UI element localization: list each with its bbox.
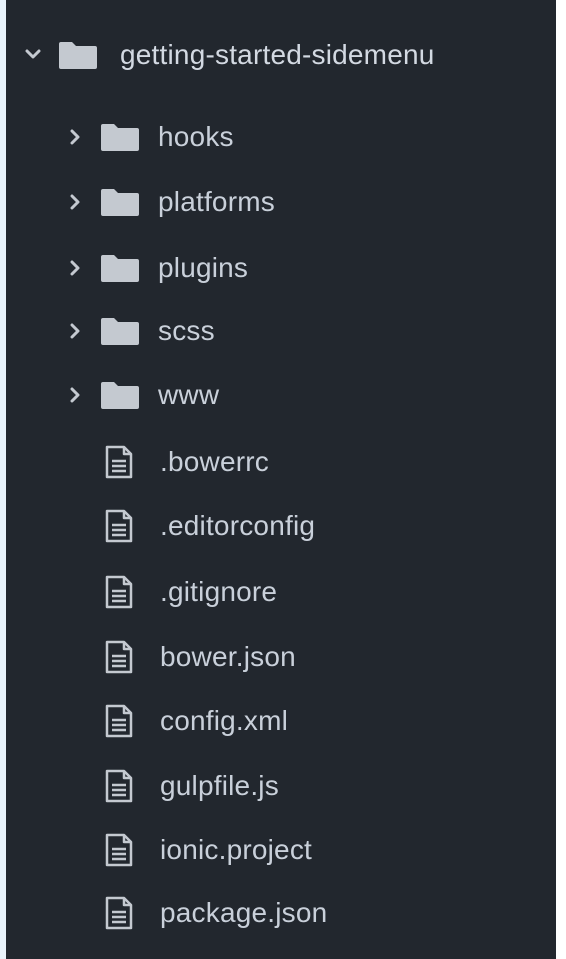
folder-icon [58,40,98,70]
tree-folder-hooks[interactable]: hooks [6,111,556,163]
file-icon [104,640,134,674]
tree-file-config-xml[interactable]: config.xml [6,695,556,747]
file-icon [104,833,134,867]
chevron-down-icon[interactable] [22,44,44,66]
chevron-right-icon[interactable] [64,191,86,213]
tree-file-label: package.json [160,897,328,928]
tree-folder-label: plugins [158,252,249,283]
tree-file-package-json[interactable]: package.json [6,887,556,939]
folder-icon [100,187,140,217]
folder-icon [100,316,140,346]
file-icon [104,509,134,543]
tree-folder-www[interactable]: www [6,369,556,421]
folder-icon [100,380,140,410]
tree-file-ionic-project[interactable]: ionic.project [6,824,556,876]
tree-file-label: bower.json [160,641,296,672]
file-icon [104,769,134,803]
tree-file-label: config.xml [160,705,289,736]
file-icon [104,704,134,738]
file-icon [104,575,134,609]
chevron-right-icon[interactable] [64,384,86,406]
tree-file-bowerrc[interactable]: .bowerrc [6,436,556,488]
tree-folder-label: www [158,379,220,410]
folder-icon [100,253,140,283]
tree-file-gitignore[interactable]: .gitignore [6,566,556,618]
tree-file-bower-json[interactable]: bower.json [6,631,556,683]
tree-file-label: gulpfile.js [160,770,279,801]
tree-folder-platforms[interactable]: platforms [6,176,556,228]
tree-file-label: .bowerrc [160,446,269,477]
chevron-right-icon[interactable] [64,257,86,279]
tree-folder-scss[interactable]: scss [6,305,556,357]
tree-folder-plugins[interactable]: plugins [6,242,556,294]
chevron-right-icon[interactable] [64,320,86,342]
tree-file-editorconfig[interactable]: .editorconfig [6,500,556,552]
file-tree-panel: getting-started-sidemenu hooks platforms [6,0,556,959]
file-icon [104,896,134,930]
file-icon [104,445,134,479]
tree-file-label: ionic.project [160,834,313,865]
tree-root-label: getting-started-sidemenu [120,39,435,70]
tree-folder-label: hooks [158,121,234,152]
tree-root-folder[interactable]: getting-started-sidemenu [6,29,556,81]
tree-file-label: .editorconfig [160,510,316,541]
tree-file-label: .gitignore [160,576,278,607]
chevron-right-icon[interactable] [64,126,86,148]
tree-folder-label: scss [158,315,215,346]
tree-file-gulpfile-js[interactable]: gulpfile.js [6,760,556,812]
tree-folder-label: platforms [158,186,275,217]
folder-icon [100,122,140,152]
